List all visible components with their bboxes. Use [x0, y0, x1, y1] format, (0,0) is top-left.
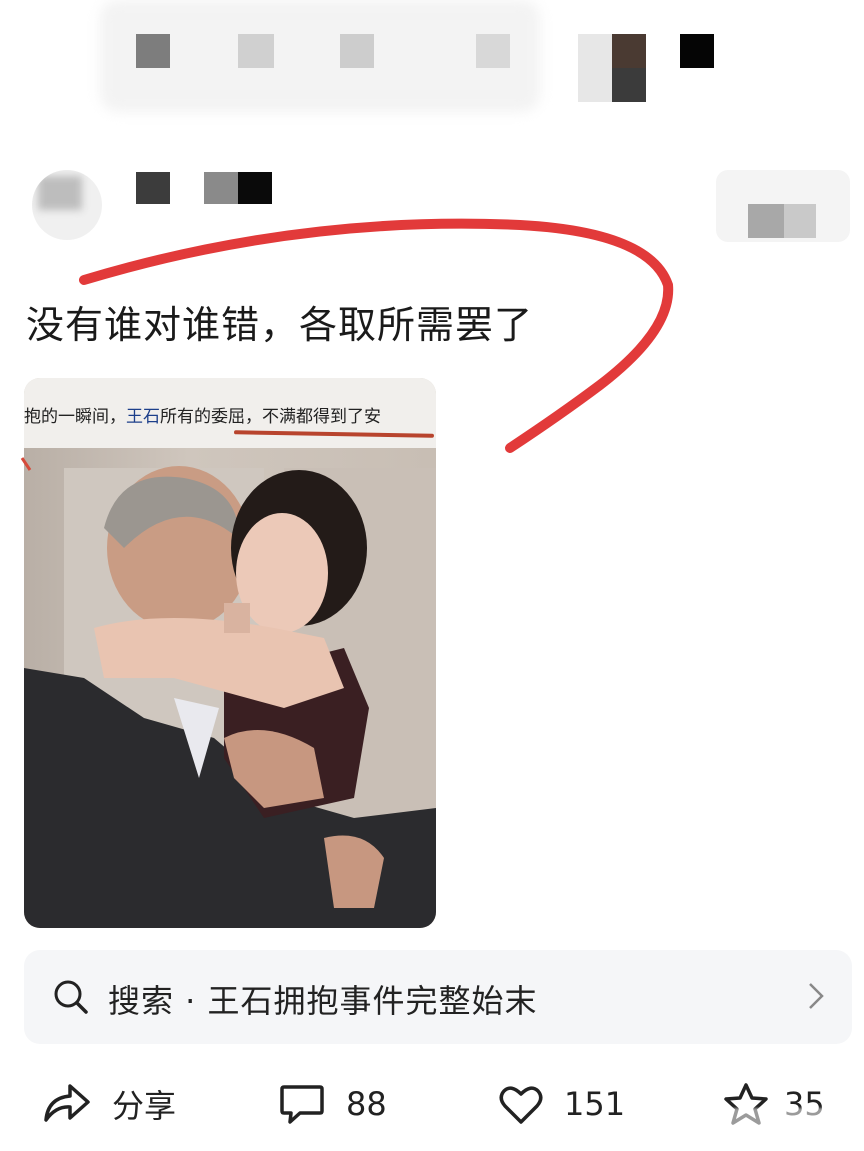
comment-count: 88	[346, 1085, 387, 1123]
like-count: 151	[564, 1085, 626, 1123]
heart-icon	[499, 1086, 543, 1124]
comment-button[interactable]: 88	[278, 1074, 387, 1134]
chevron-right-icon	[809, 983, 824, 1009]
like-button[interactable]: 151	[498, 1074, 625, 1134]
share-label: 分享	[112, 1087, 177, 1125]
watermark	[700, 1108, 850, 1138]
search-label: 搜索 · 王石拥抱事件完整始末	[108, 982, 538, 1020]
search-icon	[54, 980, 88, 1014]
search-bar[interactable]: 搜索 · 王石拥抱事件完整始末	[24, 950, 852, 1044]
annotation-stroke	[20, 218, 674, 471]
share-button[interactable]: 分享	[40, 1074, 176, 1134]
comment-icon	[280, 1085, 324, 1124]
share-icon	[44, 1084, 90, 1122]
